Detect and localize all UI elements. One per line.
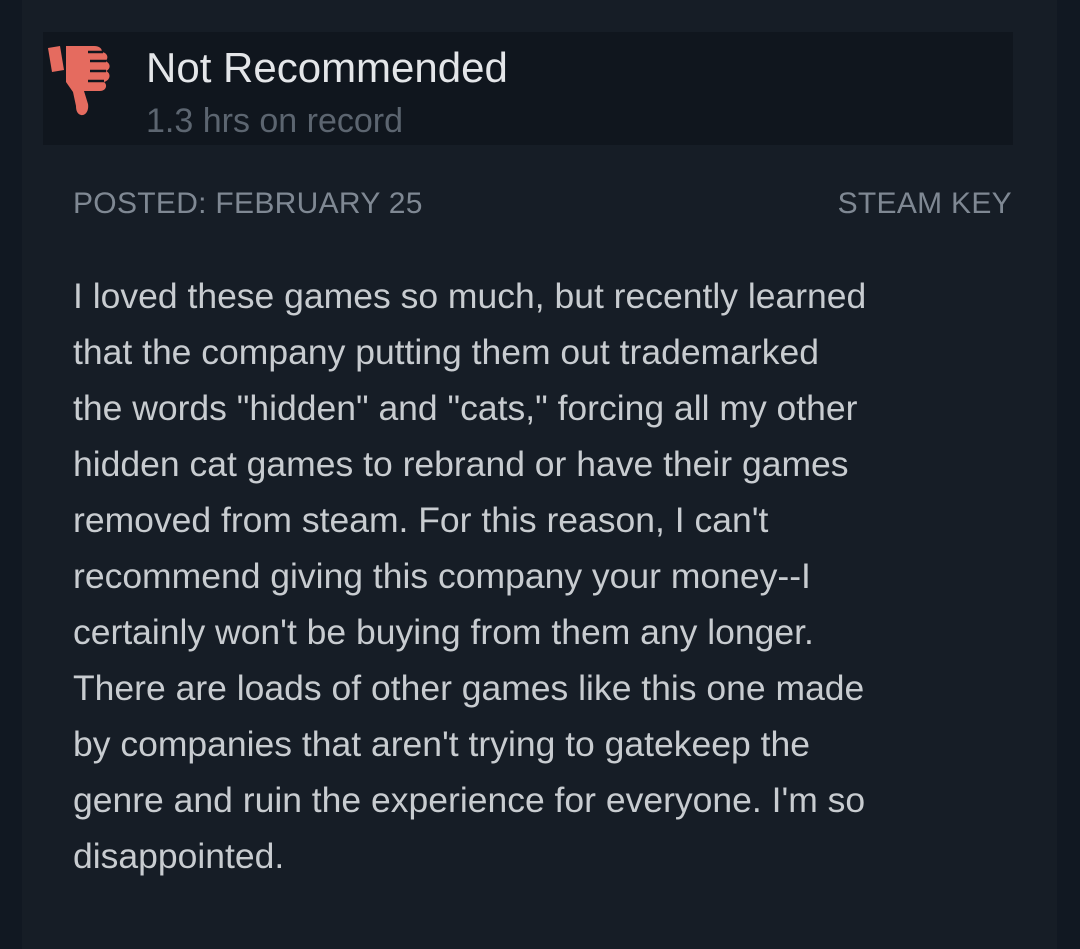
- review-line: certainly won't be buying from them any …: [73, 612, 814, 652]
- review-line: the words "hidden" and "cats," forcing a…: [73, 388, 858, 428]
- review-line: that the company putting them out tradem…: [73, 332, 819, 372]
- screen-background: Not Recommended 1.3 hrs on record POSTED…: [0, 0, 1080, 949]
- review-line: I loved these games so much, but recentl…: [73, 276, 867, 316]
- review-line: disappointed.: [73, 836, 285, 876]
- review-line: hidden cat games to rebrand or have thei…: [73, 444, 849, 484]
- review-line: recommend giving this company your money…: [73, 556, 811, 596]
- review-line: removed from steam. For this reason, I c…: [73, 500, 769, 540]
- review-verdict: Not Recommended: [146, 44, 508, 91]
- posted-date: POSTED: FEBRUARY 25: [73, 187, 423, 220]
- thumbs-down-icon: [48, 46, 110, 116]
- purchase-source: STEAM KEY: [837, 187, 1012, 220]
- review-line: genre and ruin the experience for everyo…: [73, 780, 866, 820]
- review-body: I loved these games so much, but recentl…: [73, 268, 1033, 884]
- review-line: by companies that aren't trying to gatek…: [73, 724, 810, 764]
- hours-on-record: 1.3 hrs on record: [146, 102, 404, 140]
- review-line: There are loads of other games like this…: [73, 668, 865, 708]
